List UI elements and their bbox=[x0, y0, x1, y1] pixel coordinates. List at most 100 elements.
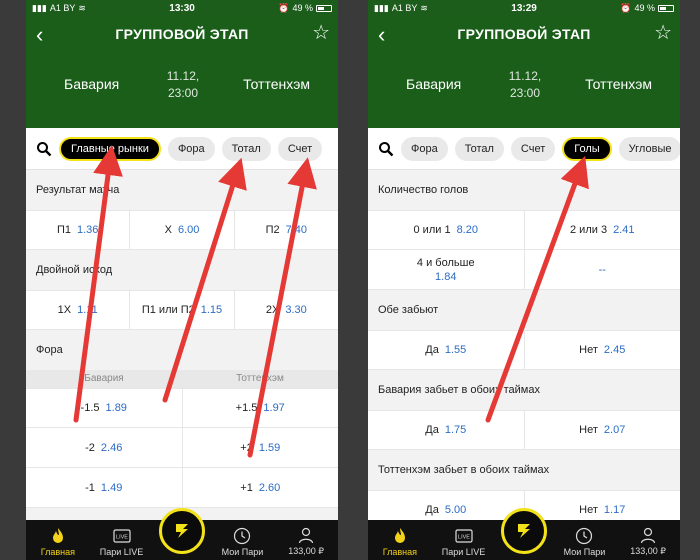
carrier-label: A1 BY bbox=[49, 3, 76, 13]
flame-icon bbox=[394, 528, 405, 543]
odd-value: 8.20 bbox=[456, 224, 478, 236]
odd-value: 3.30 bbox=[285, 304, 307, 316]
section-title-double: Двойной исход bbox=[36, 264, 113, 276]
pill-goals[interactable]: Голы bbox=[562, 136, 612, 161]
tab-my-bets[interactable]: Мои Пари bbox=[211, 520, 275, 560]
odd-cell[interactable]: Да 1.75 bbox=[368, 411, 525, 449]
tab-label: Мои Пари bbox=[221, 547, 264, 557]
odd-value: 1.59 bbox=[258, 441, 281, 454]
search-icon[interactable] bbox=[36, 141, 52, 157]
match-header: ‹ ГРУППОВОЙ ЭТАП ☆ Бавария 11.12, 23:00 … bbox=[26, 16, 338, 128]
odd-cell-x[interactable]: X 6.00 bbox=[130, 211, 235, 249]
odd-value: 1.15 bbox=[200, 304, 223, 316]
odd-cell[interactable]: Да 5.00 bbox=[368, 491, 525, 520]
wifi-icon: ≋ bbox=[78, 2, 86, 13]
live-tv-icon: LIVE bbox=[454, 529, 473, 543]
clock-icon bbox=[234, 527, 251, 545]
odd-value: 2.60 bbox=[258, 481, 281, 494]
odd-cell[interactable]: -1 1.49 bbox=[26, 468, 183, 507]
odd-value: 1.36 bbox=[76, 224, 99, 236]
odd-cell[interactable]: -2 2.46 bbox=[26, 428, 183, 467]
tab-label: Пари LIVE bbox=[441, 547, 486, 557]
section-title-tottenham-both-halves: Тоттенхэм забьет в обоих таймах bbox=[378, 464, 550, 476]
odd-label: Да bbox=[425, 344, 439, 356]
pill-corners[interactable]: Угловые bbox=[618, 136, 680, 161]
odd-value: 7.40 bbox=[285, 224, 308, 236]
odd-cell[interactable]: +1 2.60 bbox=[183, 468, 339, 507]
odd-cell[interactable]: 0 или 1 8.20 bbox=[368, 211, 525, 249]
odds-row-fora-1: -1.5 1.89 +1.5 1.97 bbox=[26, 388, 338, 428]
balance-label: 133,00 ₽ bbox=[288, 546, 325, 556]
odd-value: 1.75 bbox=[444, 424, 467, 436]
odd-cell[interactable]: Да 1.55 bbox=[368, 331, 525, 369]
tab-profile[interactable]: 133,00 ₽ bbox=[616, 520, 680, 560]
market-filter-bar: Фора Тотал Счет Голы Угловые bbox=[368, 128, 680, 170]
match-date: 11.12, bbox=[508, 69, 542, 83]
live-icon-text: LIVE bbox=[116, 535, 128, 541]
odd-label: Нет bbox=[579, 504, 598, 516]
tab-live[interactable]: LIVE Пари LIVE bbox=[432, 520, 496, 560]
odd-value: 2.46 bbox=[100, 441, 123, 454]
flame-icon bbox=[52, 528, 63, 543]
tab-my-bets[interactable]: Мои Пари bbox=[553, 520, 617, 560]
markets-list: Количество голов 0 или 1 8.20 2 или 3 2.41… bbox=[368, 170, 680, 520]
match-time: 23:00 bbox=[509, 86, 541, 100]
pill-score[interactable]: Счет bbox=[277, 136, 323, 161]
odd-label: X bbox=[164, 224, 172, 236]
section-title-goals: Количество голов bbox=[378, 184, 469, 196]
odd-label: +1 bbox=[240, 481, 253, 494]
live-icon-text: LIVE bbox=[458, 535, 470, 541]
tab-live[interactable]: LIVE Пари LIVE bbox=[90, 520, 154, 560]
odd-cell[interactable]: +1.5 1.97 bbox=[183, 389, 339, 427]
pill-total[interactable]: Тотал bbox=[454, 136, 504, 161]
fora-team-header: Бавария Тоттенхэм bbox=[26, 370, 338, 388]
tab-home[interactable]: Главная bbox=[368, 520, 432, 560]
alarm-icon: ⏰ bbox=[620, 2, 632, 13]
odd-cell-1x[interactable]: 1X 1.11 bbox=[26, 291, 131, 329]
odd-value: -- bbox=[598, 263, 606, 276]
battery-icon bbox=[657, 4, 674, 12]
team-away: Тоттенхэм bbox=[243, 76, 310, 92]
odd-cell[interactable]: Нет 2.45 bbox=[525, 331, 681, 369]
odd-cell[interactable]: Нет 1.17 bbox=[525, 491, 681, 520]
match-time: 23:00 bbox=[167, 86, 199, 100]
fora-away-label: Тоттенхэм bbox=[236, 373, 284, 384]
section-title-both-score: Обе забьют bbox=[378, 304, 439, 316]
tab-home[interactable]: Главная bbox=[26, 520, 90, 560]
battery-icon bbox=[315, 4, 332, 12]
odd-label: 0 или 1 bbox=[413, 224, 451, 236]
team-home: Бавария bbox=[406, 76, 462, 92]
center-bet-button[interactable] bbox=[501, 508, 547, 554]
center-bet-button[interactable] bbox=[159, 508, 205, 554]
odd-cell-p1[interactable]: П1 1.36 bbox=[26, 211, 131, 249]
odd-cell[interactable]: 4 и больше 1.84 bbox=[368, 250, 525, 289]
odd-label: 1X bbox=[57, 304, 72, 316]
status-bar: ▮▮▮ A1 BY ≋ 13:29 ⏰ 49 % bbox=[368, 0, 680, 16]
odd-label: +1.5 bbox=[235, 402, 258, 414]
signal-icon: ▮▮▮ bbox=[374, 2, 389, 13]
odd-cell-p2[interactable]: П2 7.40 bbox=[235, 211, 338, 249]
market-filter-bar: Главные рынки Фора Тотал Счет bbox=[26, 128, 338, 170]
pill-main-markets[interactable]: Главные рынки bbox=[59, 136, 161, 161]
search-icon[interactable] bbox=[378, 141, 394, 157]
pill-total[interactable]: Тотал bbox=[221, 136, 271, 161]
pill-score[interactable]: Счет bbox=[510, 136, 556, 161]
live-tv-icon: LIVE bbox=[112, 529, 131, 543]
favorite-star-icon[interactable]: ☆ bbox=[312, 22, 330, 44]
odd-value: 2.45 bbox=[603, 344, 626, 356]
tab-profile[interactable]: 133,00 ₽ bbox=[274, 520, 338, 560]
odd-cell-2x[interactable]: 2X 3.30 bbox=[235, 291, 338, 329]
odd-cell[interactable]: 2 или 3 2.41 bbox=[525, 211, 681, 249]
odd-value: 1.97 bbox=[263, 402, 285, 414]
odd-cell[interactable]: Нет 2.07 bbox=[525, 411, 681, 449]
odd-cell[interactable]: +2 1.59 bbox=[183, 428, 339, 467]
odd-cell[interactable]: -1.5 1.89 bbox=[26, 389, 183, 427]
odd-label: П2 bbox=[265, 224, 280, 236]
odd-cell-empty[interactable]: -- bbox=[525, 250, 681, 289]
pill-fora[interactable]: Фора bbox=[401, 136, 448, 161]
pill-fora[interactable]: Фора bbox=[167, 136, 215, 161]
clock: 13:30 bbox=[169, 2, 195, 14]
odd-value: 5.00 bbox=[444, 504, 467, 516]
odd-cell-12[interactable]: П1 или П2 1.15 bbox=[130, 291, 235, 329]
favorite-star-icon[interactable]: ☆ bbox=[654, 22, 672, 44]
